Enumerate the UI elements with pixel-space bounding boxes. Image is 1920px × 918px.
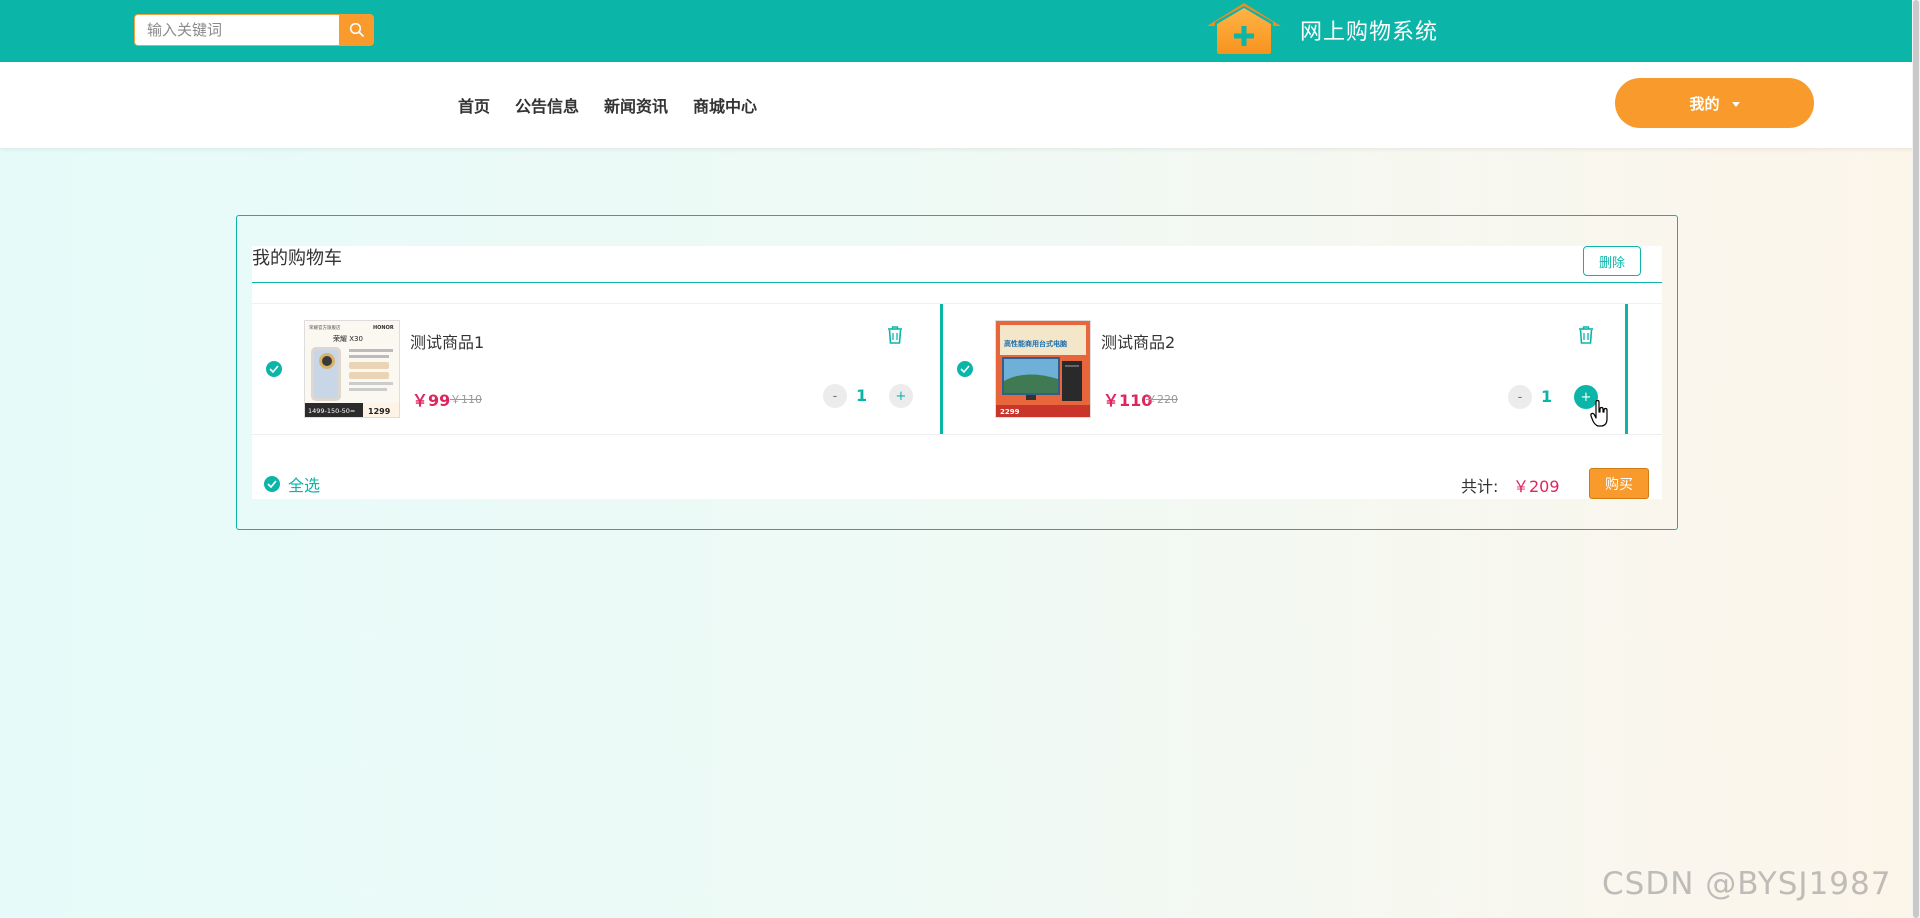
check-circle-icon bbox=[264, 476, 280, 492]
item-name[interactable]: 测试商品1 bbox=[410, 329, 484, 353]
cart-item: 高性能商用台式电脑 2299 测试商品2 ￥110 ￥220 - 1 + bbox=[943, 304, 1628, 434]
mine-dropdown-button[interactable]: 我的 bbox=[1615, 78, 1814, 128]
check-icon bbox=[269, 365, 279, 373]
cart-item: 荣耀官方旗舰店 HONOR 荣耀 X30 1499-150-50= 1299 测… bbox=[252, 304, 943, 434]
item-name[interactable]: 测试商品2 bbox=[1101, 329, 1175, 353]
scrollbar-thumb[interactable] bbox=[1913, 0, 1919, 918]
product-image[interactable]: 高性能商用台式电脑 2299 bbox=[995, 320, 1091, 418]
nav-item-mall[interactable]: 商城中心 bbox=[693, 93, 757, 117]
thumb-price: 2299 bbox=[1000, 408, 1020, 416]
quantity-value: 1 bbox=[1541, 387, 1553, 406]
select-all-label: 全选 bbox=[288, 476, 321, 495]
quantity-value: 1 bbox=[856, 386, 868, 405]
search-icon bbox=[349, 22, 364, 37]
item-price: ￥99 bbox=[412, 391, 451, 410]
thumb-promo: 1499-150-50= bbox=[308, 407, 355, 415]
trash-icon[interactable] bbox=[1577, 325, 1595, 345]
select-all-checkbox[interactable]: 全选 bbox=[264, 472, 320, 496]
watermark: CSDN @BYSJ1987 bbox=[1602, 866, 1892, 902]
nav-menu: 首页 公告信息 新闻资讯 商城中心 bbox=[458, 93, 757, 117]
check-icon bbox=[960, 365, 970, 373]
item-price: ￥110 bbox=[1103, 391, 1153, 410]
cart-title: 我的购物车 bbox=[252, 248, 342, 269]
item-checkbox[interactable] bbox=[266, 361, 282, 377]
item-checkbox[interactable] bbox=[957, 361, 973, 377]
thumb-price: 1299 bbox=[368, 407, 391, 416]
divider bbox=[252, 282, 1662, 283]
total-value: ￥209 bbox=[1513, 477, 1560, 496]
divider bbox=[252, 434, 1662, 435]
mine-label: 我的 bbox=[1689, 94, 1720, 113]
item-original-price: ￥110 bbox=[450, 393, 482, 406]
quantity-increase-button[interactable]: + bbox=[889, 384, 913, 408]
thumb-model: 荣耀 X30 bbox=[333, 334, 363, 343]
total-label: 共计: bbox=[1461, 477, 1499, 496]
navbar: 首页 公告信息 新闻资讯 商城中心 我的 bbox=[0, 62, 1920, 148]
caret-down-icon bbox=[1731, 101, 1740, 107]
delete-button[interactable]: 删除 bbox=[1583, 246, 1641, 276]
buy-button[interactable]: 购买 bbox=[1589, 468, 1649, 499]
trash-icon[interactable] bbox=[886, 325, 904, 345]
quantity-decrease-button[interactable]: - bbox=[823, 384, 847, 408]
nav-item-news[interactable]: 新闻资讯 bbox=[604, 93, 668, 117]
site-title: 网上购物系统 bbox=[1300, 20, 1439, 45]
nav-item-home[interactable]: 首页 bbox=[458, 93, 490, 117]
quantity-decrease-button[interactable]: - bbox=[1508, 385, 1532, 409]
search-button[interactable] bbox=[339, 14, 374, 46]
thumb-brand: HONOR bbox=[373, 325, 394, 331]
search-input[interactable] bbox=[134, 14, 339, 46]
product-image[interactable]: 荣耀官方旗舰店 HONOR 荣耀 X30 1499-150-50= 1299 bbox=[304, 320, 400, 418]
nav-item-announcements[interactable]: 公告信息 bbox=[515, 93, 579, 117]
thumb-headline: 高性能商用台式电脑 bbox=[1004, 339, 1067, 348]
svg-text:荣耀官方旗舰店: 荣耀官方旗舰店 bbox=[309, 324, 341, 331]
house-logo-icon bbox=[1207, 3, 1281, 54]
item-original-price: ￥220 bbox=[1146, 393, 1178, 406]
hand-cursor-icon bbox=[1590, 400, 1608, 427]
